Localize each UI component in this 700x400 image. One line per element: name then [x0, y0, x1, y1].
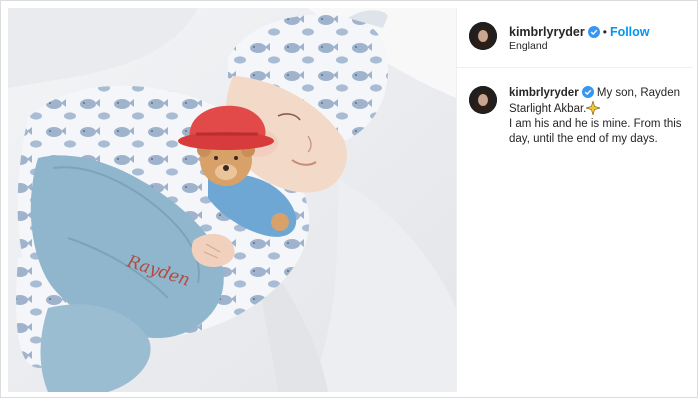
verified-badge-icon [581, 86, 594, 98]
caption-line2: I am his and he is mine. From this day, … [509, 118, 682, 145]
avatar-photo [469, 22, 497, 50]
avatar-photo [469, 86, 497, 114]
follow-button[interactable]: Follow [610, 25, 650, 39]
caption-avatar[interactable] [469, 86, 497, 114]
caption-username-link[interactable]: kimbrlyryder [509, 87, 579, 99]
post-photo[interactable]: Rayden [8, 8, 456, 392]
separator-dot: • [602, 25, 607, 39]
post-sidebar: kimbrlyryder • Follow England kimbrlyryder… [456, 8, 693, 392]
location-link[interactable]: England [509, 40, 548, 52]
username-link[interactable]: kimbrlyryder [509, 25, 585, 39]
post-header: kimbrlyryder • Follow England [457, 8, 693, 68]
avatar[interactable] [469, 22, 497, 50]
caption-text: kimbrlyryder My son, Rayden Starlight Ak… [509, 86, 687, 147]
sparkle-emoji-icon [585, 99, 602, 117]
verified-badge-icon [587, 25, 600, 38]
baby-photo-illustration: Rayden [8, 8, 456, 392]
